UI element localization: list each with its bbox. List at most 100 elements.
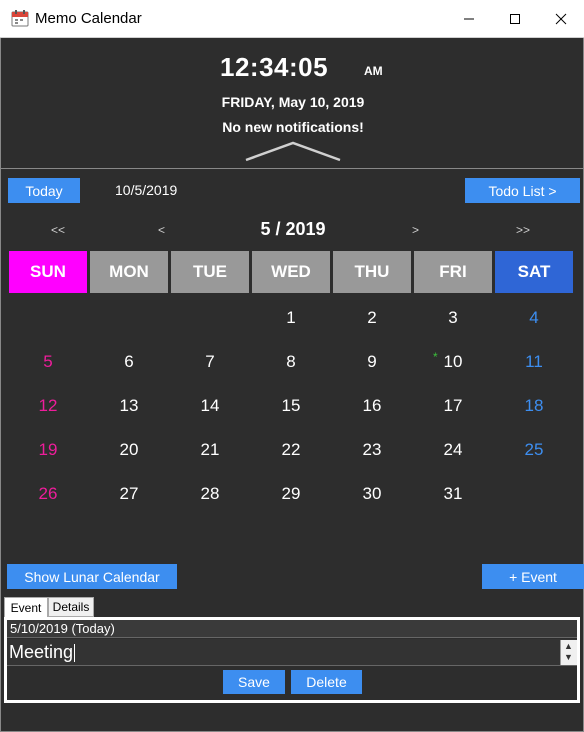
- day-cell[interactable]: 31: [414, 476, 492, 512]
- day-cell[interactable]: 21: [171, 432, 249, 468]
- day-number: 2: [367, 308, 377, 327]
- day-cell[interactable]: 11: [495, 344, 573, 380]
- text-caret: [74, 644, 76, 663]
- day-cell[interactable]: 13: [90, 388, 168, 424]
- day-number: 18: [524, 396, 544, 415]
- day-number: 17: [443, 396, 463, 415]
- month-title: 5 / 2019: [260, 219, 326, 239]
- day-cell[interactable]: 15: [252, 388, 330, 424]
- todo-list-button[interactable]: Todo List >: [465, 178, 580, 203]
- day-cell[interactable]: 6: [90, 344, 168, 380]
- day-number: 5: [43, 352, 53, 371]
- weekday-header-fri: FRI: [414, 251, 492, 293]
- day-cell[interactable]: 7: [171, 344, 249, 380]
- day-cell[interactable]: 5: [9, 344, 87, 380]
- add-event-button[interactable]: + Event: [482, 564, 584, 589]
- day-number: 26: [38, 484, 58, 503]
- day-number: 1: [286, 308, 296, 327]
- close-button[interactable]: [538, 0, 584, 38]
- current-date: FRIDAY, May 10, 2019: [221, 94, 365, 110]
- day-cell[interactable]: 2: [333, 300, 411, 336]
- event-text-input[interactable]: Meeting: [7, 639, 577, 666]
- day-cell[interactable]: 12: [9, 388, 87, 424]
- day-number: 31: [443, 484, 463, 503]
- day-number: 12: [38, 396, 58, 415]
- today-button[interactable]: Today: [8, 178, 80, 203]
- selected-date: 10/5/2019: [115, 182, 178, 198]
- day-number: 24: [443, 440, 463, 459]
- day-cell[interactable]: 24: [414, 432, 492, 468]
- tab-details[interactable]: Details: [48, 597, 94, 617]
- day-cell[interactable]: 30: [333, 476, 411, 512]
- day-cell[interactable]: 14: [171, 388, 249, 424]
- close-icon: [555, 13, 567, 25]
- tab-event[interactable]: Event: [4, 597, 48, 617]
- day-number: 27: [119, 484, 139, 503]
- event-date-header: 5/10/2019 (Today): [7, 620, 577, 638]
- day-number: 15: [281, 396, 301, 415]
- day-number: 13: [119, 396, 139, 415]
- notification-text: No new notifications!: [222, 119, 364, 135]
- day-cell[interactable]: 26: [9, 476, 87, 512]
- calendar-icon: [11, 10, 29, 27]
- day-cell[interactable]: 16: [333, 388, 411, 424]
- next-month-button[interactable]: >: [412, 223, 419, 237]
- next-year-button[interactable]: >>: [516, 223, 530, 237]
- chevron-up-small-icon[interactable]: ▲: [564, 641, 573, 651]
- day-number: 9: [367, 352, 377, 371]
- maximize-icon: [510, 14, 520, 24]
- day-cell[interactable]: 28: [171, 476, 249, 512]
- day-cell[interactable]: 18: [495, 388, 573, 424]
- day-cell[interactable]: 27: [90, 476, 168, 512]
- day-number: 29: [281, 484, 301, 503]
- day-cell[interactable]: 17: [414, 388, 492, 424]
- day-number: 20: [119, 440, 139, 459]
- day-number: 3: [448, 308, 458, 327]
- day-number: 10: [443, 352, 463, 371]
- minimize-icon: [464, 18, 474, 20]
- weekday-header-tue: TUE: [171, 251, 249, 293]
- save-button[interactable]: Save: [223, 670, 285, 694]
- day-cell[interactable]: 20: [90, 432, 168, 468]
- day-number: 16: [362, 396, 382, 415]
- title-bar[interactable]: Memo Calendar: [0, 0, 584, 38]
- chevron-up-icon[interactable]: [244, 140, 342, 162]
- minimize-button[interactable]: [446, 0, 492, 38]
- day-cell[interactable]: 9: [333, 344, 411, 380]
- day-cell[interactable]: 23: [333, 432, 411, 468]
- clock-ampm: AM: [364, 64, 383, 78]
- day-number: 19: [38, 440, 58, 459]
- day-number: 8: [286, 352, 296, 371]
- window-title: Memo Calendar: [35, 10, 142, 27]
- chevron-down-small-icon[interactable]: ▼: [564, 652, 573, 662]
- day-cell[interactable]: 3: [414, 300, 492, 336]
- day-cell[interactable]: 22: [252, 432, 330, 468]
- event-editor: 5/10/2019 (Today) Meeting ▲ ▼ Save Delet…: [4, 617, 580, 703]
- day-cell[interactable]: 8: [252, 344, 330, 380]
- weekday-header-sat: SAT: [495, 251, 573, 293]
- day-number: 11: [525, 352, 543, 371]
- clock-time: 12:34:05: [220, 52, 329, 82]
- day-number: 25: [524, 440, 544, 459]
- day-number: 28: [200, 484, 220, 503]
- maximize-button[interactable]: [492, 0, 538, 38]
- day-number: 4: [529, 308, 539, 327]
- day-cell[interactable]: 4: [495, 300, 573, 336]
- day-cell[interactable]: 29: [252, 476, 330, 512]
- day-number: 30: [362, 484, 382, 503]
- event-marker-icon: *: [433, 350, 438, 364]
- day-number: 21: [200, 440, 220, 459]
- scroll-spinner[interactable]: ▲ ▼: [560, 640, 577, 665]
- delete-button[interactable]: Delete: [291, 670, 362, 694]
- day-number: 14: [200, 396, 220, 415]
- day-cell[interactable]: 19: [9, 432, 87, 468]
- show-lunar-calendar-button[interactable]: Show Lunar Calendar: [7, 564, 177, 589]
- day-cell[interactable]: 1: [252, 300, 330, 336]
- day-number: 7: [205, 352, 215, 371]
- event-text-value: Meeting: [9, 642, 74, 662]
- day-number: 23: [362, 440, 382, 459]
- weekday-header-sun: SUN: [9, 251, 87, 293]
- day-cell[interactable]: 25: [495, 432, 573, 468]
- weekday-header-wed: WED: [252, 251, 330, 293]
- day-cell[interactable]: 10 *: [414, 344, 492, 380]
